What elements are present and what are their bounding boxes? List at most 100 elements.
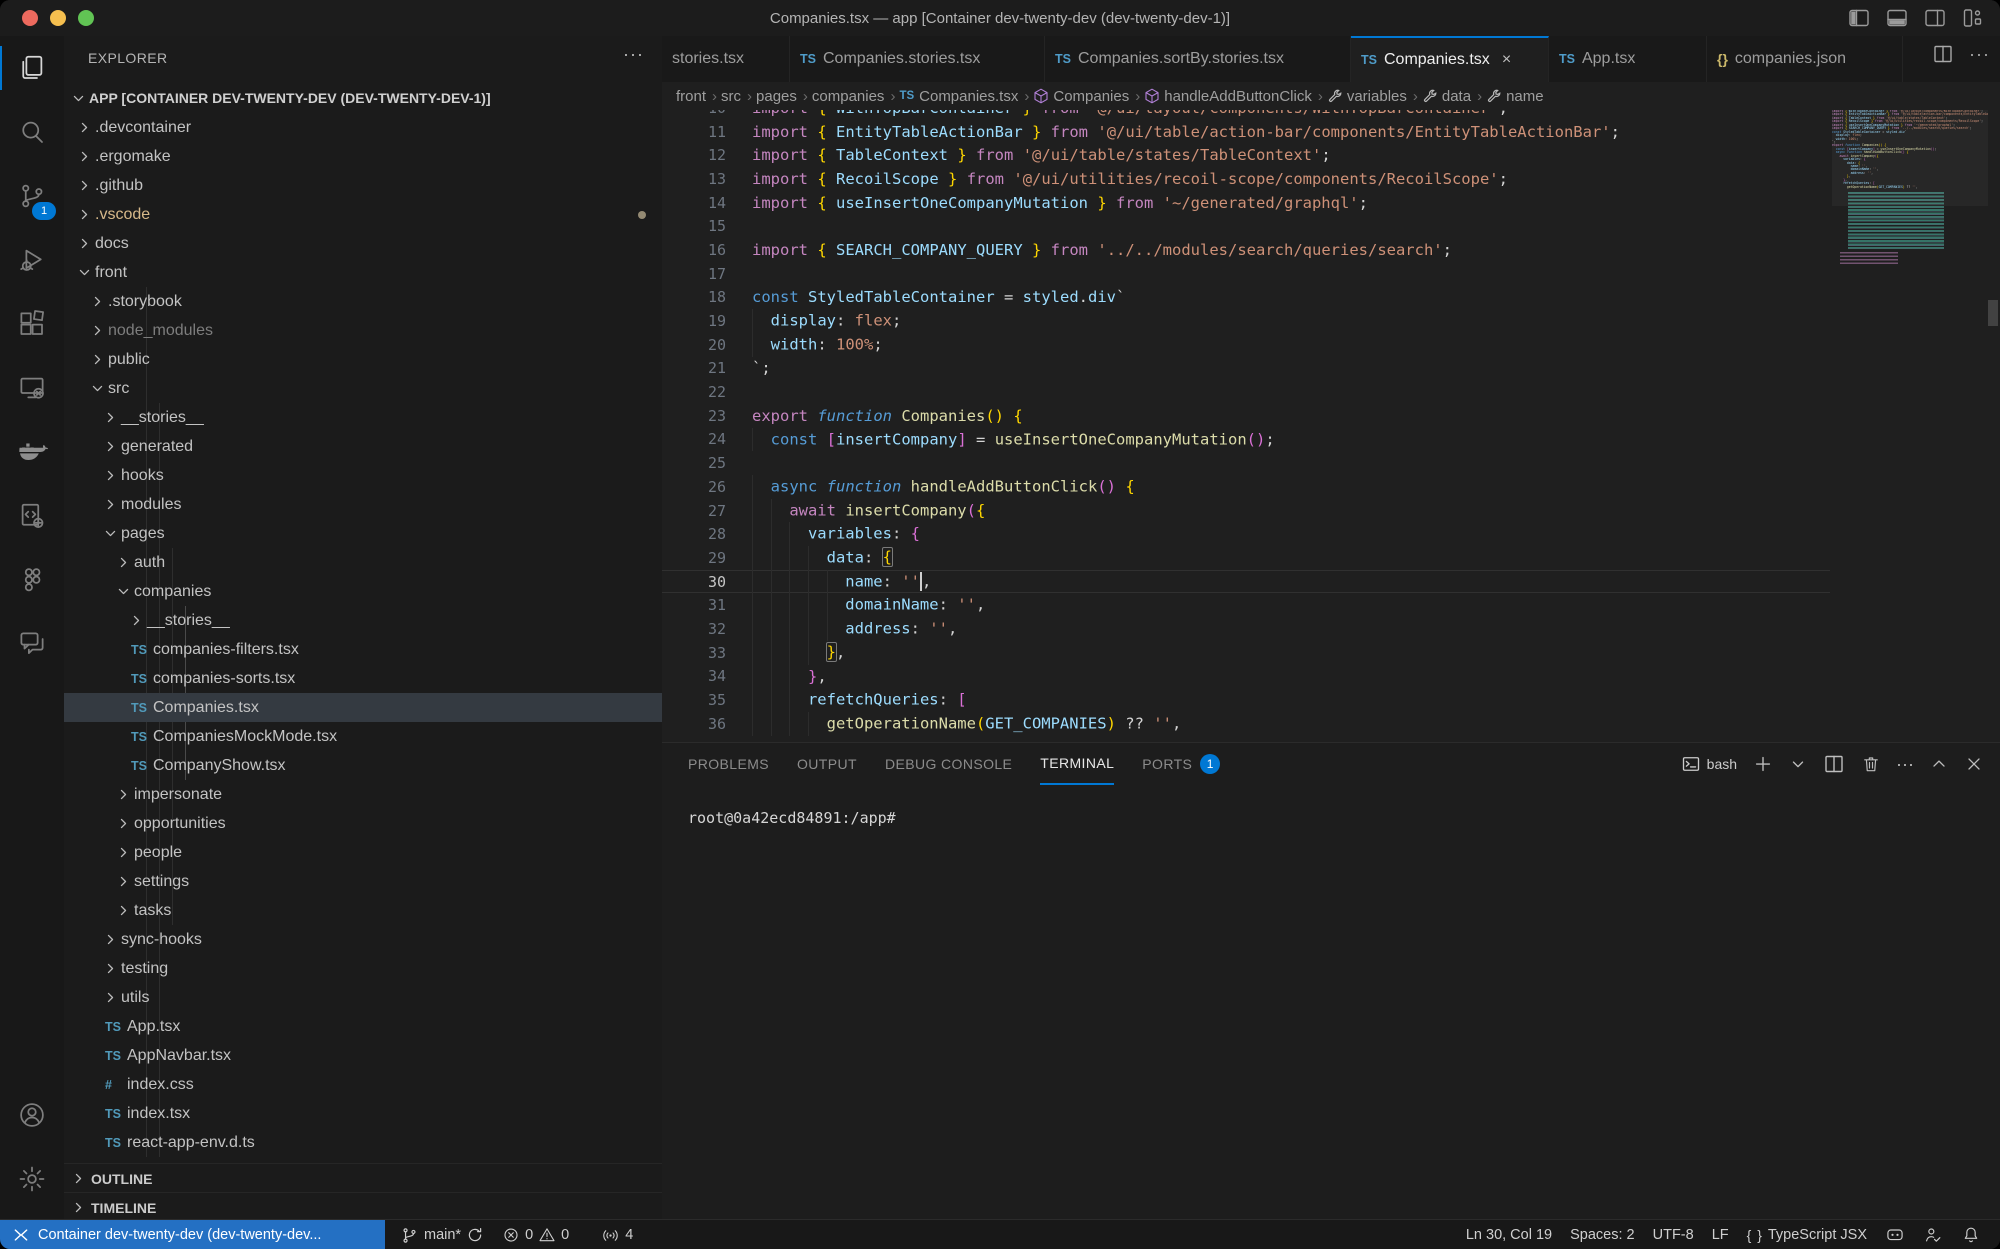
shell-selector[interactable]: bash xyxy=(1681,754,1737,774)
tab-companies.json[interactable]: {}companies.json xyxy=(1707,36,1903,82)
terminal-prompt[interactable]: root@0a42ecd84891:/app# xyxy=(688,809,896,827)
tree-folder-public[interactable]: public xyxy=(64,345,662,374)
tree-folder-.devcontainer[interactable]: .devcontainer xyxy=(64,113,662,142)
tree-file-companies.tsx[interactable]: TSCompanies.tsx xyxy=(64,693,662,722)
tree-file-companyshow.tsx[interactable]: TSCompanyShow.tsx xyxy=(64,751,662,780)
breadcrumb-item-data[interactable]: data› xyxy=(1422,88,1482,105)
toggle-panel-icon[interactable] xyxy=(1884,5,1910,31)
tree-folder-node-modules[interactable]: node_modules xyxy=(64,316,662,345)
tab-app.tsx[interactable]: TSApp.tsx xyxy=(1549,36,1707,82)
status-eol[interactable]: LF xyxy=(1703,1220,1738,1249)
editor-more-actions-icon[interactable]: ··· xyxy=(1969,44,1990,65)
explorer-more-actions-button[interactable]: ··· xyxy=(623,44,644,65)
copilot-icon[interactable] xyxy=(1876,1220,1914,1249)
activity-figma-icon[interactable] xyxy=(0,548,64,612)
breadcrumb-item-src[interactable]: src› xyxy=(721,88,752,105)
split-terminal-icon[interactable] xyxy=(1822,752,1846,776)
tree-folder-front[interactable]: front xyxy=(64,258,662,287)
status-encoding[interactable]: UTF-8 xyxy=(1644,1220,1703,1249)
tab-stories.tsx[interactable]: stories.tsx xyxy=(662,36,790,82)
editor-scrollbar[interactable] xyxy=(1988,300,1998,326)
activity-docker-icon[interactable] xyxy=(0,420,64,484)
status-indent[interactable]: Spaces: 2 xyxy=(1561,1220,1644,1249)
close-tab-icon[interactable]: × xyxy=(1502,51,1511,69)
breadcrumb-item-front[interactable]: front› xyxy=(676,88,717,105)
breadcrumb-item-name[interactable]: name xyxy=(1486,88,1544,105)
activity-extensions-icon[interactable] xyxy=(0,292,64,356)
tree-folder-generated[interactable]: generated xyxy=(64,432,662,461)
tree-folder-src[interactable]: src xyxy=(64,374,662,403)
toggle-secondary-sidebar-icon[interactable] xyxy=(1922,5,1948,31)
tree-folder---stories--[interactable]: __stories__ xyxy=(64,606,662,635)
activity-settings-icon[interactable] xyxy=(0,1147,64,1211)
tree-folder-settings[interactable]: settings xyxy=(64,867,662,896)
tree-folder-.ergomake[interactable]: .ergomake xyxy=(64,142,662,171)
tree-file-index.tsx[interactable]: TSindex.tsx xyxy=(64,1099,662,1128)
panel-tab-problems[interactable]: PROBLEMS xyxy=(688,743,769,785)
launch-profile-icon[interactable] xyxy=(1789,755,1807,773)
maximize-panel-icon[interactable] xyxy=(1929,754,1949,774)
panel-tab-ports[interactable]: PORTS1 xyxy=(1142,743,1220,785)
tree-folder-modules[interactable]: modules xyxy=(64,490,662,519)
breadcrumb-item-companies[interactable]: companies› xyxy=(812,88,896,105)
notifications-bell-icon[interactable] xyxy=(1952,1220,1990,1249)
status-line-col[interactable]: Ln 30, Col 19 xyxy=(1457,1220,1561,1249)
tree-file-companies-sorts.tsx[interactable]: TScompanies-sorts.tsx xyxy=(64,664,662,693)
breadcrumb-item-variables[interactable]: variables› xyxy=(1327,88,1418,105)
code-editor[interactable]: 10import { WithTopBarContainer } from '@… xyxy=(662,110,1830,742)
activity-accounts-icon[interactable] xyxy=(0,1083,64,1147)
tree-folder-people[interactable]: people xyxy=(64,838,662,867)
toggle-primary-sidebar-icon[interactable] xyxy=(1846,5,1872,31)
tree-folder-opportunities[interactable]: opportunities xyxy=(64,809,662,838)
panel-tab-debug-console[interactable]: DEBUG CONSOLE xyxy=(885,743,1012,785)
tree-folder-docs[interactable]: docs xyxy=(64,229,662,258)
tab-companies.sortby.stories.tsx[interactable]: TSCompanies.sortBy.stories.tsx xyxy=(1045,36,1351,82)
outline-section[interactable]: OUTLINE xyxy=(64,1163,662,1193)
tree-file-app.tsx[interactable]: TSApp.tsx xyxy=(64,1012,662,1041)
activity-remote-explorer-icon[interactable] xyxy=(0,356,64,420)
tree-file-appnavbar.tsx[interactable]: TSAppNavbar.tsx xyxy=(64,1041,662,1070)
split-editor-icon[interactable] xyxy=(1931,42,1955,66)
tree-file-index.css[interactable]: #index.css xyxy=(64,1070,662,1099)
activity-run-debug-icon[interactable] xyxy=(0,228,64,292)
timeline-section[interactable]: TIMELINE xyxy=(64,1192,662,1219)
breadcrumb-item-pages[interactable]: pages› xyxy=(756,88,808,105)
activity-source-control-icon[interactable]: 1 xyxy=(0,164,64,228)
tree-folder-impersonate[interactable]: impersonate xyxy=(64,780,662,809)
customize-layout-icon[interactable] xyxy=(1960,5,1986,31)
ports-status[interactable]: 4 xyxy=(592,1220,642,1249)
panel-tab-terminal[interactable]: TERMINAL xyxy=(1040,743,1114,785)
activity-search-icon[interactable] xyxy=(0,100,64,164)
tab-companies.tsx[interactable]: TSCompanies.tsx× xyxy=(1351,36,1549,82)
tree-folder-sync-hooks[interactable]: sync-hooks xyxy=(64,925,662,954)
tree-folder-pages[interactable]: pages xyxy=(64,519,662,548)
close-panel-icon[interactable] xyxy=(1964,754,1984,774)
workspace-section-header[interactable]: APP [CONTAINER DEV-TWENTY-DEV (DEV-TWENT… xyxy=(70,84,656,112)
status-language[interactable]: { }TypeScript JSX xyxy=(1738,1220,1876,1249)
tree-folder-companies[interactable]: companies xyxy=(64,577,662,606)
panel-more-actions-icon[interactable]: ··· xyxy=(1896,754,1914,775)
tab-companies.stories.tsx[interactable]: TSCompanies.stories.tsx xyxy=(790,36,1045,82)
activity-codegen-icon[interactable] xyxy=(0,484,64,548)
tree-file-react-app-env.d.ts[interactable]: TSreact-app-env.d.ts xyxy=(64,1128,662,1157)
tree-folder-.storybook[interactable]: .storybook xyxy=(64,287,662,316)
tree-folder-hooks[interactable]: hooks xyxy=(64,461,662,490)
kill-terminal-icon[interactable] xyxy=(1861,754,1881,774)
breadcrumb-item-companies[interactable]: Companies› xyxy=(1033,88,1140,105)
new-terminal-icon[interactable] xyxy=(1752,753,1774,775)
activity-comments-icon[interactable] xyxy=(0,612,64,676)
feedback-icon[interactable] xyxy=(1914,1220,1952,1249)
tree-folder-utils[interactable]: utils xyxy=(64,983,662,1012)
tree-folder-.github[interactable]: .github xyxy=(64,171,662,200)
panel-tab-output[interactable]: OUTPUT xyxy=(797,743,857,785)
problems-status[interactable]: 0 0 xyxy=(493,1220,578,1249)
tree-folder-.vscode[interactable]: .vscode xyxy=(64,200,662,229)
remote-indicator[interactable]: Container dev-twenty-dev (dev-twenty-dev… xyxy=(0,1220,385,1249)
tree-file-companies-filters.tsx[interactable]: TScompanies-filters.tsx xyxy=(64,635,662,664)
minimap[interactable]: import { WithTopBarContainer } from '@/u… xyxy=(1832,110,1988,742)
activity-explorer-icon[interactable] xyxy=(0,36,64,100)
breadcrumb-item-handleaddbuttonclick[interactable]: handleAddButtonClick› xyxy=(1144,88,1323,105)
branch-status[interactable]: main* xyxy=(391,1220,493,1249)
tree-folder---stories--[interactable]: __stories__ xyxy=(64,403,662,432)
tree-folder-auth[interactable]: auth xyxy=(64,548,662,577)
